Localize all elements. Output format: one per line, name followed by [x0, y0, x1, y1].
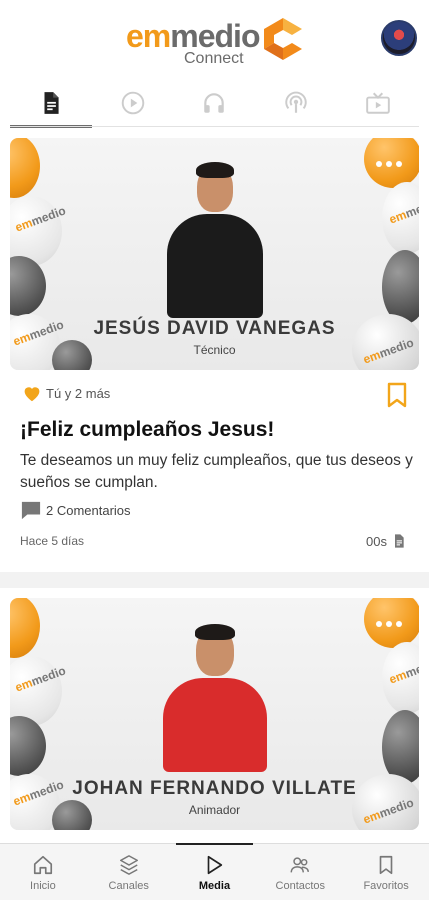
person-name: JESÚS DAVID VANEGAS [93, 318, 336, 339]
likes-summary[interactable]: Tú y 2 más [22, 384, 110, 402]
document-icon [44, 92, 59, 114]
read-time: 00s [366, 532, 407, 550]
balloon-decoration [10, 256, 46, 316]
more-options-button[interactable] [365, 604, 413, 644]
tab-articles[interactable] [10, 78, 92, 128]
balloon-decoration [10, 716, 46, 776]
bottom-navigation: Inicio Canales Media Contactos Favoritos [0, 843, 429, 900]
home-icon [33, 855, 52, 875]
post-card: emmedio emmedio emmedio emmedio JOHAN FE… [0, 588, 429, 843]
comments-count: 2 Comentarios [46, 502, 131, 518]
channels-icon [119, 855, 138, 875]
nav-label: Favoritos [363, 880, 409, 892]
logo-wordmark: emmedio [126, 18, 260, 54]
tab-audio[interactable] [174, 78, 256, 128]
person-photo [150, 622, 280, 772]
logo-mark-icon [264, 18, 302, 60]
tab-podcast[interactable] [255, 78, 337, 128]
post-card: emmedio emmedio emmedio emmedio JESÚS DA… [0, 128, 429, 572]
balloon-decoration [382, 710, 419, 784]
emmedio-connect-logo: emmedio Connect [126, 14, 306, 67]
tab-tv[interactable] [337, 78, 419, 128]
nav-item-favoritos[interactable]: Favoritos [343, 844, 429, 900]
post-feed: emmedio emmedio emmedio emmedio JESÚS DA… [0, 128, 429, 843]
contacts-icon [290, 857, 310, 873]
document-icon [395, 534, 404, 548]
play-icon [208, 855, 223, 875]
likes-text: Tú y 2 más [46, 385, 111, 401]
person-role: Técnico [193, 343, 236, 357]
post-time-ago: Hace 5 días [20, 534, 85, 548]
nav-item-contactos[interactable]: Contactos [257, 844, 343, 900]
heart-icon[interactable] [22, 384, 42, 402]
tabs-divider [10, 126, 419, 127]
nav-item-inicio[interactable]: Inicio [0, 844, 86, 900]
nav-label: Contactos [275, 880, 326, 892]
nav-label: Media [198, 880, 231, 892]
post-body: Te deseamos un muy feliz cumpleaños, que… [20, 452, 413, 491]
nav-label: Inicio [30, 880, 56, 892]
balloon-decoration [10, 598, 40, 658]
person-name: JOHAN FERNANDO VILLATE [72, 778, 357, 799]
post-image[interactable]: emmedio emmedio emmedio emmedio JOHAN FE… [10, 598, 419, 830]
read-time-value: 00s [366, 533, 387, 549]
balloon-decoration [382, 250, 419, 324]
bookmark-icon[interactable] [386, 382, 408, 408]
nav-label: Canales [108, 880, 149, 892]
bookmark-icon [379, 855, 393, 875]
app-header: emmedio Connect [0, 0, 429, 78]
logo-subtitle: Connect [184, 50, 244, 67]
post-image[interactable]: emmedio emmedio emmedio emmedio JESÚS DA… [10, 138, 419, 370]
headphones-icon [204, 93, 225, 113]
tab-videos[interactable] [92, 78, 174, 128]
nav-item-media[interactable]: Media [172, 843, 258, 900]
balloon-decoration [10, 138, 40, 198]
comment-icon [21, 501, 41, 520]
play-circle-icon [121, 91, 144, 115]
person-role: Animador [188, 803, 241, 817]
nav-item-canales[interactable]: Canales [86, 844, 172, 900]
tv-icon [366, 92, 390, 114]
more-options-button[interactable] [365, 144, 413, 184]
app-screen: emmedio Connect emmedio emmedio emmedio … [0, 0, 429, 900]
podcast-icon [285, 91, 307, 113]
media-type-tabs [0, 78, 429, 128]
user-avatar[interactable] [381, 20, 417, 56]
comments-link[interactable]: 2 Comentarios [20, 500, 131, 520]
post-title[interactable]: ¡Feliz cumpleaños Jesus! [20, 418, 274, 442]
person-photo [155, 158, 275, 318]
